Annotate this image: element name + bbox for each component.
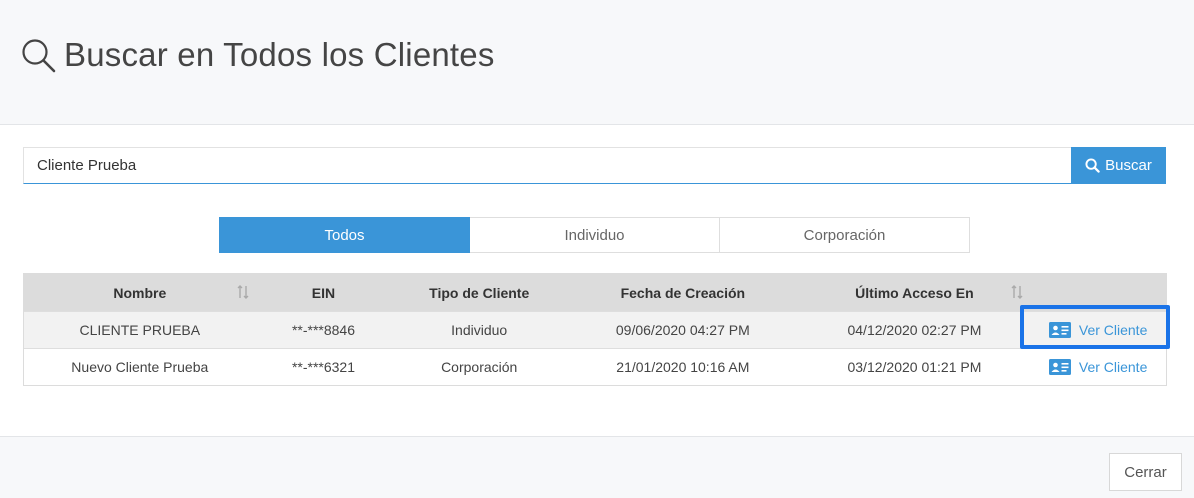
cell-action: Ver Cliente — [1030, 312, 1166, 348]
ver-cliente-link[interactable]: Ver Cliente — [1048, 322, 1148, 338]
column-header-ein: EIN — [311, 284, 336, 301]
cell-fecha-creacion: 09/06/2020 04:27 PM — [615, 322, 750, 338]
table-header: Nombre EIN Tipo de Cliente Fecha de Crea… — [24, 274, 1166, 311]
search-icon — [1085, 158, 1100, 173]
search-icon — [22, 39, 56, 73]
cell-ein: **-***8846 — [291, 322, 355, 338]
tab-todos[interactable]: Todos — [219, 217, 470, 253]
modal-header: Buscar en Todos los Clientes — [0, 0, 1194, 125]
ver-cliente-label: Ver Cliente — [1078, 322, 1148, 338]
results-table: Nombre EIN Tipo de Cliente Fecha de Crea… — [23, 273, 1167, 386]
cell-tipo: Corporación — [441, 359, 518, 375]
cell-ein: **-***6321 — [291, 359, 355, 375]
id-card-icon — [1048, 322, 1071, 338]
column-label: Último Acceso En — [855, 284, 974, 301]
search-button-label: Buscar — [1105, 157, 1152, 174]
column-header-actions — [1030, 274, 1166, 311]
search-input[interactable] — [23, 147, 1072, 184]
column-header-tipo: Tipo de Cliente — [429, 284, 530, 301]
column-header-fecha-creacion: Fecha de Creación — [620, 284, 746, 301]
id-card-icon — [1048, 359, 1071, 375]
sort-icon[interactable] — [237, 285, 249, 299]
column-header-ultimo-acceso[interactable]: Último Acceso En — [799, 274, 1031, 311]
cell-fecha-creacion: 21/01/2020 10:16 AM — [616, 359, 750, 375]
tab-individuo[interactable]: Individuo — [470, 217, 720, 253]
cell-action: Ver Cliente — [1030, 349, 1166, 385]
modal-footer — [0, 436, 1194, 498]
search-button[interactable]: Buscar — [1071, 147, 1166, 184]
modal-title: Buscar en Todos los Clientes — [64, 36, 495, 73]
ver-cliente-label: Ver Cliente — [1078, 359, 1148, 375]
close-button[interactable]: Cerrar — [1109, 453, 1182, 491]
cell-ultimo-acceso: 04/12/2020 02:27 PM — [847, 322, 982, 338]
client-type-tabs: Todos Individuo Corporación — [219, 217, 970, 253]
column-header-nombre[interactable]: Nombre — [24, 274, 256, 311]
cell-tipo: Individuo — [451, 322, 508, 338]
table-row: CLIENTE PRUEBA **-***8846 Individuo 09/0… — [24, 311, 1166, 348]
cell-nombre: CLIENTE PRUEBA — [79, 322, 201, 338]
table-row: Nuevo Cliente Prueba **-***6321 Corporac… — [24, 348, 1166, 385]
cell-nombre: Nuevo Cliente Prueba — [71, 359, 209, 375]
ver-cliente-link[interactable]: Ver Cliente — [1048, 359, 1148, 375]
column-label: Nombre — [113, 284, 167, 301]
sort-icon[interactable] — [1011, 285, 1023, 299]
cell-ultimo-acceso: 03/12/2020 01:21 PM — [847, 359, 982, 375]
tab-corporacion[interactable]: Corporación — [720, 217, 970, 253]
